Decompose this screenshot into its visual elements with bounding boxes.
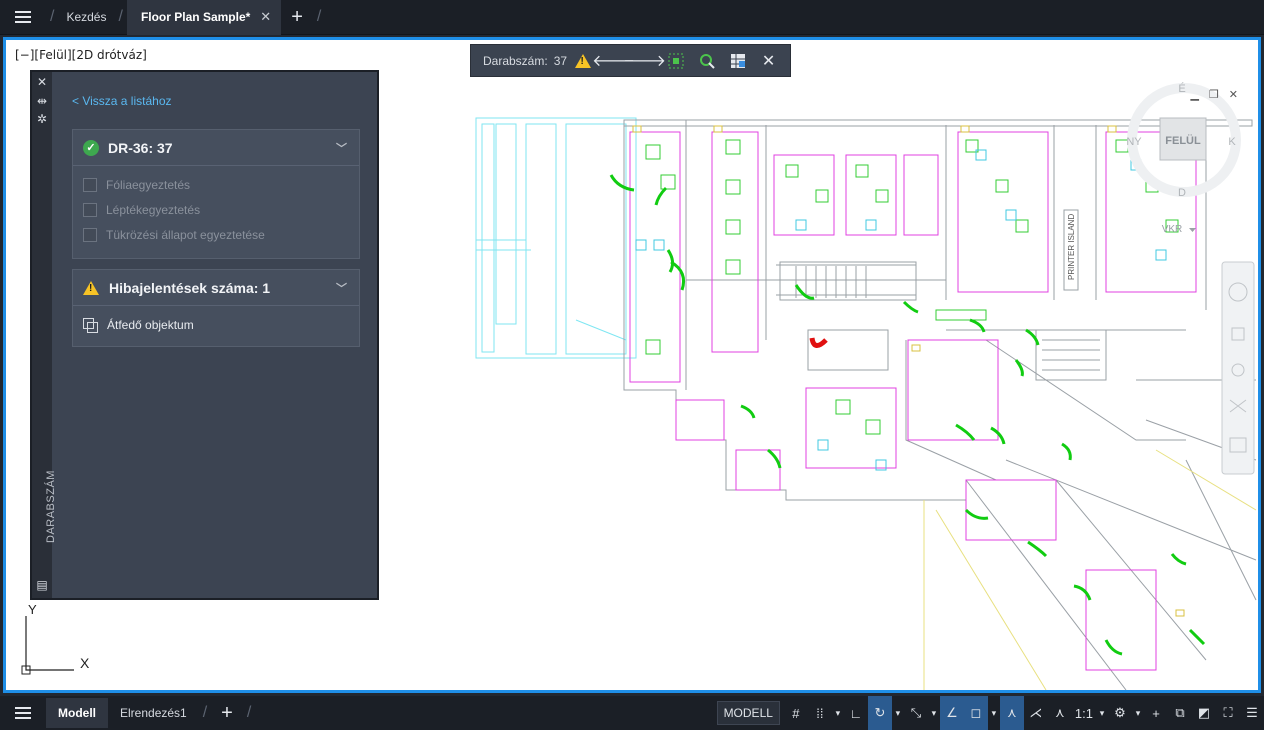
- annotation-scale-icon[interactable]: ⋏: [1048, 696, 1072, 730]
- document-tab-bar: / Kezdés / Floor Plan Sample* ✕ + /: [0, 0, 1264, 35]
- ucs-y-label: Y: [28, 602, 37, 617]
- block-count-header[interactable]: ✓ DR-36: 37 ﹀: [73, 130, 359, 166]
- ucs-icon: Y X: [21, 602, 90, 675]
- tab-start-label: Kezdés: [66, 10, 107, 24]
- hamburger-menu-icon[interactable]: [0, 0, 46, 35]
- tab-floor-plan-label: Floor Plan Sample*: [140, 10, 251, 24]
- tab-model[interactable]: Modell: [46, 698, 108, 728]
- tab-layout1-label: Elrendezés1: [120, 706, 187, 720]
- chevron-down-icon[interactable]: ▾: [1096, 696, 1108, 730]
- find-icon[interactable]: [691, 44, 722, 77]
- error-card: Hibajelentések száma: 1 ﹀ Átfedő objektu…: [72, 269, 360, 347]
- model-space-button[interactable]: MODELL: [716, 701, 780, 725]
- chevron-down-icon[interactable]: ▾: [928, 696, 940, 730]
- zoom-selection-icon[interactable]: [660, 44, 691, 77]
- workspace-gear-icon[interactable]: ⚙: [1108, 696, 1132, 730]
- check-circle-icon: ✓: [83, 139, 99, 156]
- grid-icon[interactable]: #: [784, 696, 808, 730]
- close-icon[interactable]: ✕: [753, 44, 784, 77]
- check-mirror[interactable]: Tükrözési állapot egyeztetése: [73, 222, 359, 247]
- check-scale[interactable]: Léptékegyeztetés: [73, 197, 359, 222]
- hamburger-menu-icon[interactable]: [0, 696, 46, 730]
- new-tab-button[interactable]: +: [281, 7, 313, 27]
- overlap-icon: [83, 318, 98, 333]
- viewcube-top-label: FELÜL: [1165, 134, 1201, 147]
- check-layer[interactable]: Fóliaegyeztetés: [73, 172, 359, 197]
- error-title: Hibajelentések száma: 1: [109, 279, 271, 296]
- viewport-window-controls: ▁ ❐ ✕: [1190, 88, 1238, 101]
- close-icon[interactable]: ✕: [1229, 88, 1238, 101]
- check-layer-label: Fóliaegyeztetés: [106, 177, 191, 192]
- chevron-down-icon: ﹀: [336, 282, 347, 295]
- navigation-bar[interactable]: [1221, 261, 1255, 475]
- chevron-down-icon[interactable]: ▾: [892, 696, 904, 730]
- fullscreen-icon[interactable]: ⛶: [1216, 696, 1240, 730]
- count-palette-icon: ▤: [36, 578, 48, 592]
- warning-icon: [83, 280, 99, 295]
- insert-table-icon[interactable]: [722, 44, 753, 77]
- annotation-monitor-icon[interactable]: +: [1144, 696, 1168, 730]
- count-value: 37: [553, 53, 568, 68]
- overlapping-object-label: Átfedő objektum: [107, 318, 194, 332]
- tab-layout1[interactable]: Elrendezés1: [108, 698, 199, 728]
- arrow-right-icon[interactable]: 🡒: [623, 44, 666, 77]
- restore-icon[interactable]: ❐: [1209, 88, 1219, 101]
- count-palette: ✕ ⇹ ✲ DARABSZÁM ▤ < Vissza a listához ✓ …: [30, 70, 379, 600]
- status-toggles: MODELL # ⁞⁞ ▾ ∟ ↻ ▾ ⤡ ▾ ∠ ◻ ▾ ⋏ ⋌ ⋏ 1:1 …: [716, 696, 1264, 730]
- viewcube-east: K: [1228, 136, 1236, 148]
- building-walls: [623, 119, 1257, 690]
- viewcube-west: NY: [1126, 136, 1142, 148]
- object-snap-tracking-icon[interactable]: ∠: [939, 696, 964, 730]
- palette-title-strip: ✕ ⇹ ✲ DARABSZÁM ▤: [32, 72, 57, 598]
- furniture: [629, 131, 1197, 671]
- auto-hide-icon[interactable]: ⇹: [32, 94, 52, 108]
- cyan-structure: [475, 117, 637, 359]
- snap-icon[interactable]: ⁞⁞: [808, 696, 832, 730]
- back-to-list-link[interactable]: < Vissza a listához: [72, 94, 172, 108]
- auto-scale-icon[interactable]: ⋌: [1024, 696, 1048, 730]
- isodraft-icon[interactable]: ⤡: [904, 696, 928, 730]
- palette-vertical-label: DARABSZÁM: [45, 470, 57, 543]
- autocad-window: / Kezdés / Floor Plan Sample* ✕ + / [−][…: [0, 0, 1264, 730]
- check-scale-label: Léptékegyeztetés: [106, 202, 201, 217]
- properties-icon[interactable]: ✲: [32, 112, 52, 126]
- units-icon[interactable]: ⧉: [1168, 696, 1192, 730]
- annotation-visibility-icon[interactable]: ⋏: [999, 696, 1024, 730]
- printer-island-label: PRINTER ISLAND: [1067, 214, 1076, 280]
- customize-menu-icon[interactable]: ☰: [1240, 696, 1264, 730]
- close-tab-icon[interactable]: ✕: [260, 9, 271, 25]
- count-toolbar: Darabszám: 37 🡐 🡒 ✕: [470, 44, 791, 77]
- chevron-down-icon[interactable]: ▾: [1132, 696, 1144, 730]
- count-label: Darabszám:: [483, 53, 548, 68]
- quick-properties-icon[interactable]: ◩: [1192, 696, 1216, 730]
- seats: [635, 149, 1167, 471]
- block-count-title: DR-36: 37: [108, 139, 173, 156]
- overlapping-object-highlight[interactable]: [809, 337, 828, 348]
- chevron-down-icon[interactable]: ▾: [988, 696, 1000, 730]
- chevron-down-icon: ﹀: [336, 142, 347, 155]
- chevron-down-icon: [1189, 228, 1196, 232]
- object-snap-icon[interactable]: ◻: [963, 696, 988, 730]
- viewcube[interactable]: FELÜL É NY K D VKR: [1126, 82, 1241, 235]
- ucs-x-label: X: [80, 655, 90, 671]
- overlapping-object-item[interactable]: Átfedő objektum: [73, 306, 359, 344]
- viewcube-south: D: [1178, 187, 1186, 199]
- tab-floor-plan[interactable]: Floor Plan Sample* ✕: [126, 0, 282, 35]
- error-header[interactable]: Hibajelentések száma: 1 ﹀: [73, 270, 359, 306]
- close-palette-icon[interactable]: ✕: [32, 75, 52, 89]
- new-layout-button[interactable]: +: [211, 703, 243, 723]
- chevron-down-icon[interactable]: ▾: [832, 696, 844, 730]
- polar-tracking-icon[interactable]: ↻: [867, 696, 892, 730]
- minimize-icon[interactable]: ▁: [1190, 88, 1198, 101]
- viewcube-north: É: [1178, 82, 1185, 95]
- status-bar: Modell Elrendezés1 / + / MODELL # ⁞⁞ ▾ ∟…: [0, 696, 1264, 730]
- wcs-menu[interactable]: VKR: [1162, 224, 1183, 235]
- check-mirror-label: Tükrözési állapot egyeztetése: [106, 227, 265, 242]
- block-count-card: ✓ DR-36: 37 ﹀ Fóliaegyeztetés Léptékegye…: [72, 129, 360, 259]
- tab-model-label: Modell: [58, 706, 96, 720]
- workstations: [645, 139, 1179, 435]
- tab-start[interactable]: Kezdés: [58, 0, 114, 35]
- ortho-icon[interactable]: ∟: [844, 696, 868, 730]
- annotation-scale-value[interactable]: 1:1: [1072, 696, 1096, 730]
